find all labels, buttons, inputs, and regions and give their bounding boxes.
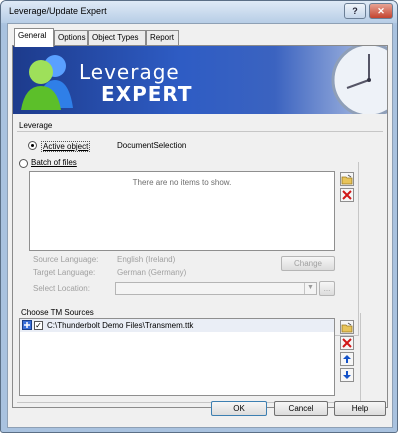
change-button[interactable]: Change bbox=[281, 256, 335, 271]
tm-source-checkbox[interactable]: ✓ bbox=[34, 321, 43, 330]
dialog-client: General Options Object Types Report Leve… bbox=[7, 23, 393, 428]
tab-general[interactable]: General bbox=[14, 28, 54, 47]
target-language-label: Target Language: bbox=[33, 268, 96, 277]
tab-object-types[interactable]: Object Types bbox=[88, 30, 146, 46]
ok-button[interactable]: OK bbox=[211, 401, 267, 416]
source-language-value: English (Ireland) bbox=[117, 255, 176, 264]
cancel-button[interactable]: Cancel bbox=[274, 401, 328, 416]
tm-source-row[interactable]: ✓ C:\Thunderbolt Demo Files\Transmem.ttk bbox=[20, 319, 334, 332]
leverage-divider bbox=[17, 131, 383, 132]
active-object-label[interactable]: Active object bbox=[41, 141, 91, 152]
add-tm-source-button[interactable] bbox=[340, 320, 354, 334]
dialog-window: Leverage/Update Expert ? ✕ General Optio… bbox=[0, 0, 398, 433]
clock-icon bbox=[331, 46, 387, 114]
leverage-expert-banner: Leverage EXPERT bbox=[13, 46, 387, 114]
chevron-down-icon: ▼ bbox=[304, 283, 316, 294]
browse-location-button[interactable]: ... bbox=[319, 281, 335, 296]
arrow-down-icon bbox=[343, 371, 351, 379]
arrow-up-icon bbox=[343, 355, 351, 363]
source-language-label: Source Language: bbox=[33, 255, 99, 264]
banner-line1: Leverage bbox=[79, 60, 180, 84]
batch-files-list[interactable]: There are no items to show. bbox=[29, 171, 335, 251]
active-object-value: DocumentSelection bbox=[117, 141, 187, 150]
tm-database-icon bbox=[22, 320, 32, 330]
open-folder-icon bbox=[341, 174, 353, 184]
remove-x-icon bbox=[342, 190, 352, 200]
general-tab-panel: Leverage EXPERT Leverage Active object D… bbox=[12, 45, 388, 408]
users-logo-icon bbox=[21, 55, 73, 110]
tab-report[interactable]: Report bbox=[146, 30, 179, 46]
remove-x-icon bbox=[342, 338, 352, 348]
remove-file-button[interactable] bbox=[340, 188, 354, 202]
move-up-button[interactable] bbox=[340, 352, 354, 366]
tm-source-path: C:\Thunderbolt Demo Files\Transmem.ttk bbox=[47, 321, 194, 330]
banner-line2: EXPERT bbox=[101, 82, 193, 106]
remove-tm-source-button[interactable] bbox=[340, 336, 354, 350]
select-location-label: Select Location: bbox=[33, 284, 90, 293]
title-bar[interactable]: Leverage/Update Expert ? ✕ bbox=[1, 1, 397, 23]
active-object-radio[interactable] bbox=[28, 141, 37, 150]
target-language-value: German (Germany) bbox=[117, 268, 187, 277]
help-button[interactable]: Help bbox=[334, 401, 386, 416]
open-folder-icon bbox=[341, 322, 353, 332]
move-down-button[interactable] bbox=[340, 368, 354, 382]
window-title: Leverage/Update Expert bbox=[9, 6, 107, 16]
select-location-dropdown[interactable]: ▼ bbox=[115, 282, 317, 295]
close-button[interactable]: ✕ bbox=[369, 3, 393, 19]
tm-sources-list[interactable]: ✓ C:\Thunderbolt Demo Files\Transmem.ttk bbox=[19, 318, 335, 396]
add-folder-button[interactable] bbox=[340, 172, 354, 186]
help-title-button[interactable]: ? bbox=[344, 3, 366, 19]
empty-list-text: There are no items to show. bbox=[132, 178, 232, 187]
leverage-group-label: Leverage bbox=[19, 121, 53, 130]
tab-options[interactable]: Options bbox=[54, 30, 88, 46]
